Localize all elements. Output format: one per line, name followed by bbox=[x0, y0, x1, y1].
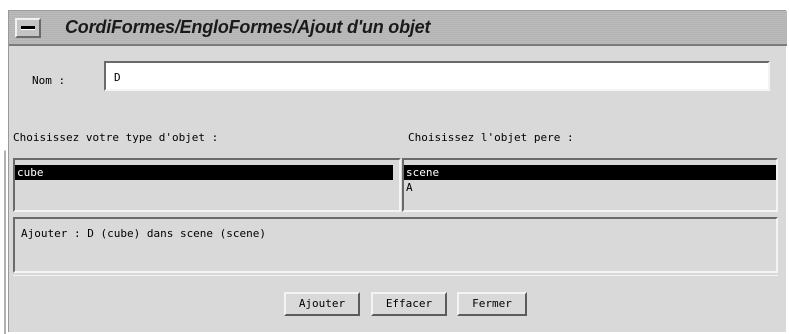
divider bbox=[13, 275, 778, 277]
type-list[interactable]: cube bbox=[13, 158, 401, 212]
window-title: CordiFormes/EngloFormes/Ajout d'un objet bbox=[65, 17, 431, 37]
type-list-item-cube[interactable]: cube bbox=[15, 165, 393, 180]
parent-list-item-scene[interactable]: scene bbox=[404, 165, 776, 180]
status-message: Ajouter : D (cube) dans scene (scene) bbox=[13, 217, 778, 273]
parent-list[interactable]: scene A bbox=[402, 158, 778, 212]
window-menu-bar bbox=[21, 26, 35, 30]
parent-list-label: Choisissez l'objet pere : bbox=[408, 131, 574, 144]
type-list-label: Choisissez votre type d'objet : bbox=[13, 131, 219, 144]
screen-edge bbox=[4, 0, 6, 334]
nom-input[interactable]: D bbox=[104, 61, 770, 91]
effacer-button[interactable]: Effacer bbox=[371, 292, 447, 316]
ajouter-button[interactable]: Ajouter bbox=[284, 292, 360, 316]
fermer-button[interactable]: Fermer bbox=[457, 292, 527, 316]
nom-label: Nom : bbox=[32, 74, 66, 87]
title-bar[interactable]: CordiFormes/EngloFormes/Ajout d'un objet bbox=[9, 11, 787, 46]
window-menu-icon[interactable] bbox=[15, 18, 41, 38]
parent-list-item-a[interactable]: A bbox=[404, 180, 776, 195]
